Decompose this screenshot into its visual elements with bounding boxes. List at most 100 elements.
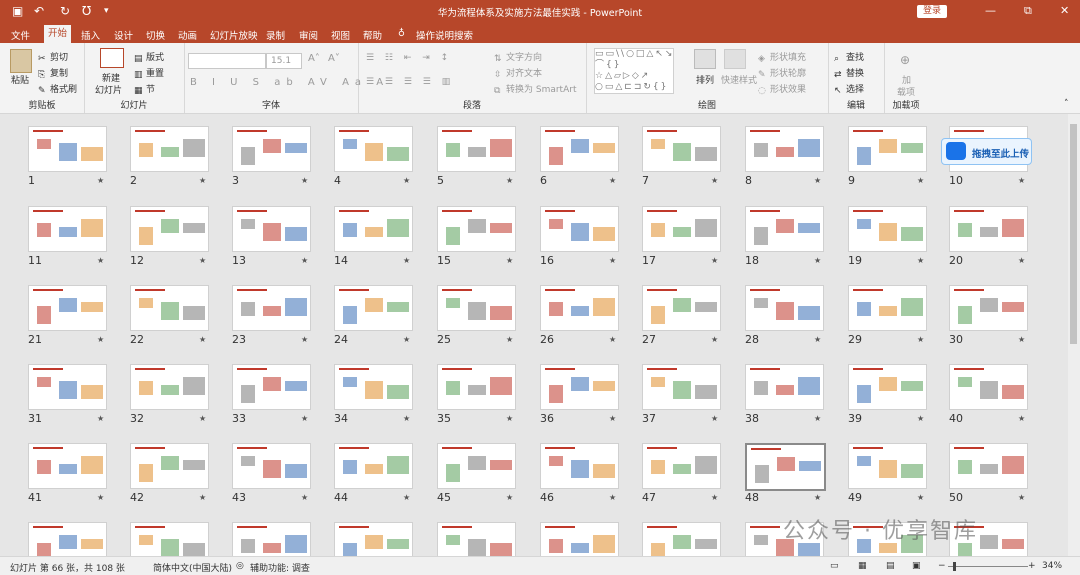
tab-transitions[interactable]: 切换 [146,28,165,42]
slide-thumbnail[interactable] [540,206,619,252]
slide-thumbnail[interactable] [28,522,107,556]
font-name-combo[interactable] [188,53,266,69]
slide-thumbnail[interactable] [130,285,209,331]
slide-thumbnail[interactable] [540,364,619,410]
slide-thumbnail[interactable] [334,126,413,172]
list-buttons[interactable]: ☰ ☷ ⇤ ⇥ ↕ [366,53,452,63]
slide-thumbnail[interactable] [848,443,927,489]
slide-thumbnail[interactable] [28,126,107,172]
tab-slideshow[interactable]: 幻灯片放映 [210,28,258,42]
shape-effects-button[interactable]: ◌ 形状效果 [758,82,806,96]
section-button[interactable]: ▦ 节 [134,82,155,96]
slide-thumbnail[interactable] [745,364,824,410]
tab-insert[interactable]: 插入 [81,28,100,42]
slide-thumbnail[interactable] [232,126,311,172]
slide-thumbnail[interactable] [437,206,516,252]
slide-sorter[interactable]: 1 ★ 2 ★ 3 ★ 4 ★ 5 ★ 6 ★ 7 ★ 8 ★ 9 ★ 10 ★ 11 ★ 12 ★ 13 ★ 14 ★ 15 ★ 16 ★ 1… [0,114,1068,556]
align-text-button[interactable]: ⇳ 对齐文本 [494,66,542,80]
tab-record[interactable]: 录制 [266,28,285,42]
slide-thumbnail[interactable] [437,126,516,172]
slide-thumbnail[interactable] [949,443,1028,489]
slide-thumbnail[interactable] [540,522,619,556]
normal-view-icon[interactable]: ▭ [830,561,839,571]
slide-thumbnail[interactable] [437,522,516,556]
copy-button[interactable]: ⎘ 复制 [38,66,68,80]
tab-help[interactable]: 帮助 [363,28,382,42]
shapes-gallery[interactable]: ▭▭\\○□△↖↘ ⌒{}☆△▱▷◇↗ ○▭△⊏⊐↻{} [594,48,674,94]
slide-thumbnail[interactable] [848,364,927,410]
text-direction-button[interactable]: ⇅ 文字方向 [494,50,542,64]
collapse-ribbon-icon[interactable]: ˄ [1064,99,1069,109]
slide-thumbnail[interactable] [642,522,721,556]
font-shrink-icon[interactable]: A˅ [328,53,340,64]
slide-thumbnail[interactable] [949,364,1028,410]
slide-thumbnail[interactable] [232,206,311,252]
arrange-button[interactable]: 排列 [696,73,714,86]
slide-thumbnail[interactable] [540,126,619,172]
slide-thumbnail[interactable] [130,364,209,410]
reading-view-icon[interactable]: ▤ [886,561,895,571]
slide-thumbnail[interactable] [28,364,107,410]
slide-thumbnail[interactable] [334,206,413,252]
slide-thumbnail[interactable] [745,126,824,172]
tab-review[interactable]: 审阅 [299,28,318,42]
slide-thumbnail[interactable] [642,126,721,172]
accessibility-status[interactable]: 辅助功能: 调查 [250,561,310,574]
zoom-slider[interactable] [948,566,1028,567]
slide-thumbnail[interactable] [28,285,107,331]
slide-thumbnail[interactable] [848,285,927,331]
font-grow-icon[interactable]: A˄ [308,53,320,64]
slide-thumbnail[interactable] [28,443,107,489]
slide-sorter-view-icon[interactable]: ▦ [858,561,867,571]
slideshow-view-icon[interactable]: ▣ [912,561,921,571]
layout-button[interactable]: ▤ 版式 [134,50,164,64]
quick-styles-button[interactable]: 快速样式 [721,73,757,86]
tab-animations[interactable]: 动画 [178,28,197,42]
slide-thumbnail[interactable] [130,443,209,489]
slide-count-status[interactable]: 幻灯片 第 66 张，共 108 张 [10,561,125,574]
new-slide-icon[interactable] [100,48,124,68]
slide-thumbnail[interactable] [232,364,311,410]
select-button[interactable]: ↖ 选择 [834,82,864,96]
font-size-combo[interactable]: 15.1 [266,53,302,69]
slide-thumbnail[interactable] [232,285,311,331]
language-status[interactable]: 简体中文(中国大陆) [153,561,232,574]
close-icon[interactable]: ✕ [1060,4,1069,17]
minimize-icon[interactable]: — [985,4,996,17]
tab-home[interactable]: 开始 [44,25,72,43]
zoom-in-icon[interactable]: + [1028,561,1036,571]
vertical-scrollbar[interactable] [1068,114,1080,556]
slide-thumbnail[interactable] [334,522,413,556]
slide-thumbnail[interactable] [130,206,209,252]
tab-design[interactable]: 设计 [114,28,133,42]
slide-thumbnail[interactable] [130,522,209,556]
upload-badge[interactable]: 拖拽至此上传 [941,138,1032,165]
zoom-out-icon[interactable]: − [938,561,946,571]
slide-thumbnail[interactable] [642,206,721,252]
paste-button[interactable]: 粘贴 [11,73,29,86]
slide-thumbnail[interactable] [642,364,721,410]
scrollbar-thumb[interactable] [1070,124,1077,344]
slide-thumbnail[interactable] [334,443,413,489]
slide-thumbnail[interactable] [437,364,516,410]
slide-thumbnail[interactable] [334,364,413,410]
slide-thumbnail[interactable] [28,206,107,252]
format-painter-button[interactable]: ✎ 格式刷 [38,82,77,96]
tab-view[interactable]: 视图 [331,28,350,42]
addin-button-2[interactable]: 载项 [897,85,915,98]
new-slide-dropdown[interactable]: 幻灯片 [95,83,122,96]
login-button[interactable]: 登录 [917,5,947,18]
arrange-icon[interactable] [694,49,716,69]
quick-styles-icon[interactable] [724,49,746,69]
find-button[interactable]: ⌕ 查找 [834,50,864,64]
slide-thumbnail[interactable] [540,285,619,331]
zoom-level[interactable]: 34% [1042,561,1062,571]
slide-thumbnail[interactable] [848,206,927,252]
paste-icon[interactable] [10,49,32,73]
slide-thumbnail[interactable] [540,443,619,489]
cut-button[interactable]: ✂ 剪切 [38,50,68,64]
reset-button[interactable]: ▥ 重置 [134,66,164,80]
tell-me-search[interactable]: 操作说明搜索 [416,28,473,42]
zoom-slider-thumb[interactable] [953,562,956,571]
replace-button[interactable]: ⇄ 替换 [834,66,864,80]
